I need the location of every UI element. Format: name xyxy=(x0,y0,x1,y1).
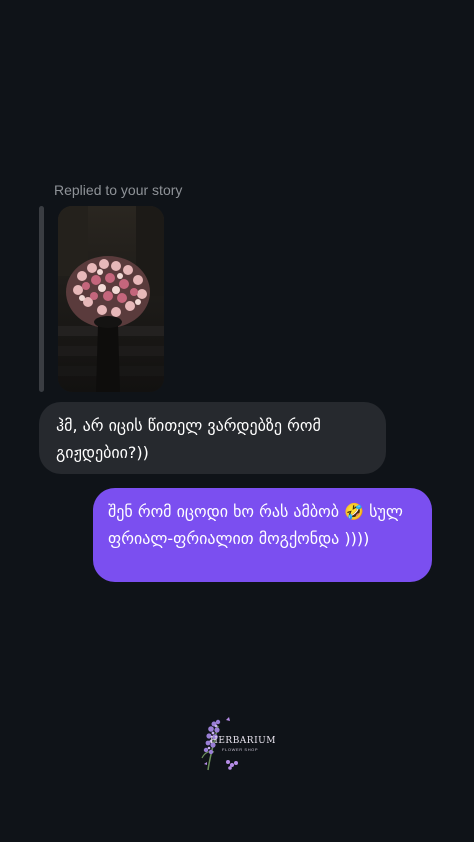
message-bubble-sent[interactable]: შენ რომ იცოდი ხო რას ამბობ 🤣 სულ ფრიალ-ფ… xyxy=(93,488,432,582)
brand-name: HERBARIUM xyxy=(210,736,276,746)
story-thumbnail[interactable] xyxy=(58,206,164,392)
story-reply-label: Replied to your story xyxy=(54,182,183,198)
brand-tagline: FLOWER SHOP xyxy=(222,747,259,752)
message-bubble-received[interactable]: ჰმ, არ იცის წითელ ვარდებზე რომ გიჟდებიი?… xyxy=(39,402,386,474)
herbarium-watermark: HERBARIUM FLOWER SHOP xyxy=(192,712,284,776)
rose-bouquet-photo xyxy=(58,206,164,392)
reply-indicator-bar xyxy=(39,206,44,392)
